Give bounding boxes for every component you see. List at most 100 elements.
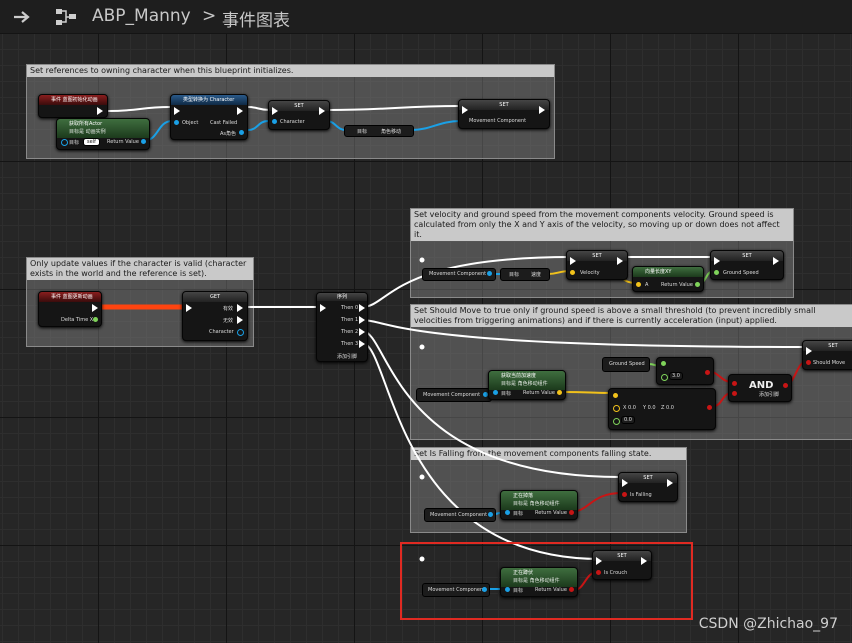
node-title: 正在掉落 目标是 角色移动组件	[501, 491, 577, 510]
add-pin-button[interactable]: 添加引脚	[759, 391, 779, 398]
set-movement-component-node[interactable]: SET Movement Component	[458, 99, 550, 129]
result-pin[interactable]	[783, 383, 788, 388]
set-character-node[interactable]: SET Character	[268, 100, 330, 130]
movement-component-label: Movement Component	[429, 271, 487, 277]
set-is-falling-node[interactable]: SET Is Falling	[618, 472, 678, 502]
delta-time-label: Delta Time X	[61, 317, 94, 323]
sequence-node[interactable]: 序列 Then 0 Then 1 Then 2 Then 3 添加引脚	[316, 292, 368, 362]
b-pin[interactable]	[661, 374, 668, 381]
valid-exec-pin[interactable]	[237, 304, 243, 312]
then-2-label: Then 2	[341, 329, 359, 335]
self-value[interactable]: self	[83, 138, 100, 146]
valid-label: 有效	[223, 306, 234, 312]
tolerance-value[interactable]: 0.0	[621, 416, 635, 424]
add-pin-button[interactable]: 添加引脚	[337, 353, 357, 360]
invalid-exec-pin[interactable]	[237, 316, 243, 324]
velocity-getter[interactable]: 目标 速度	[500, 268, 550, 281]
return-value-pin[interactable]	[557, 390, 562, 395]
is-falling-pin[interactable]	[622, 492, 627, 497]
result-pin[interactable]	[707, 405, 712, 410]
character-pin[interactable]	[272, 119, 277, 124]
get-character-validated-node[interactable]: GET 有效 无效 Character	[182, 291, 248, 341]
target-pin[interactable]	[505, 510, 510, 515]
watermark: CSDN @Zhichao_97	[698, 616, 838, 632]
then-3-pin[interactable]	[359, 340, 365, 348]
event-blueprint-initialize-node[interactable]: 事件 蓝图初始化动画	[38, 94, 108, 118]
is-falling-label: Is Falling	[630, 492, 652, 498]
node-title-text: 正在掉落	[513, 493, 534, 499]
and-boolean-node[interactable]: AND 添加引脚	[728, 374, 792, 402]
exec-out-pin[interactable]	[667, 479, 673, 487]
exec-out-pin[interactable]	[773, 257, 779, 265]
node-subtitle: 目标是 角色移动组件	[501, 381, 548, 387]
threshold-value[interactable]: 3.0	[669, 372, 683, 380]
exec-in-pin[interactable]	[570, 257, 576, 265]
delta-time-pin[interactable]	[93, 317, 98, 322]
movement-component-getter[interactable]: Movement Component	[416, 388, 492, 402]
target-pin[interactable]	[61, 139, 68, 146]
return-value-pin[interactable]	[569, 510, 574, 515]
set-ground-speed-node[interactable]: SET Ground Speed	[710, 250, 784, 280]
exec-in-pin[interactable]	[714, 257, 720, 265]
get-current-acceleration-node[interactable]: 获取当前加速度 目标是 角色移动组件 目标 Return Value	[488, 370, 566, 400]
then-1-label: Then 1	[341, 317, 359, 323]
target-label: 目标	[509, 272, 520, 278]
then-2-pin[interactable]	[359, 328, 365, 336]
result-pin[interactable]	[705, 370, 710, 375]
tolerance-pin[interactable]	[613, 418, 620, 425]
vector-y-value[interactable]: Y 0.0	[643, 405, 656, 411]
should-move-pin[interactable]	[806, 360, 811, 365]
set-velocity-node[interactable]: SET Velocity	[566, 250, 628, 280]
exec-out-pin[interactable]	[617, 257, 623, 265]
return-value-pin[interactable]	[695, 282, 700, 287]
movement-component-getter[interactable]: Movement Component	[424, 508, 496, 522]
movement-component-getter[interactable]: Movement Component	[422, 268, 496, 281]
as-character-pin[interactable]	[239, 130, 244, 135]
event-blueprint-update-node[interactable]: 事件 蓝图更新动画 Delta Time X	[38, 291, 102, 327]
return-value-label: Return Value	[523, 390, 555, 396]
vector-length-xy-node[interactable]: 向量长度XY A Return Value	[632, 266, 704, 292]
ground-speed-pin[interactable]	[714, 270, 719, 275]
ground-speed-getter[interactable]: Ground Speed	[602, 357, 650, 372]
target-pin[interactable]	[493, 390, 498, 395]
exec-in-pin[interactable]	[174, 107, 180, 115]
velocity-pin[interactable]	[570, 270, 575, 275]
output-pin[interactable]	[487, 271, 492, 276]
output-pin[interactable]	[488, 512, 493, 517]
exec-out-pin[interactable]	[92, 304, 98, 312]
get-owning-actor-node[interactable]: 获取所有Actor 目标是 动画实例 目标 self Return Value	[56, 118, 150, 150]
vector-z-value[interactable]: Z 0.0	[661, 405, 674, 411]
return-value-pin[interactable]	[141, 139, 146, 144]
object-pin[interactable]	[174, 120, 179, 125]
not-equal-vector-node[interactable]: X 0.0 Y 0.0 Z 0.0 0.0	[608, 388, 716, 430]
exec-out-pin[interactable]	[319, 107, 325, 115]
character-pin[interactable]	[237, 329, 244, 336]
exec-out-pin[interactable]	[97, 107, 103, 115]
exec-in-pin[interactable]	[806, 347, 812, 355]
exec-in-pin[interactable]	[320, 304, 326, 312]
a-pin[interactable]	[636, 282, 641, 287]
exec-in-pin[interactable]	[462, 106, 468, 114]
b-pin[interactable]	[613, 405, 620, 412]
exec-out-pin[interactable]	[539, 106, 545, 114]
should-move-label: Should Move	[813, 360, 846, 366]
a-pin[interactable]	[661, 361, 666, 366]
set-should-move-node[interactable]: SET Should Move	[802, 340, 852, 370]
exec-in-pin[interactable]	[186, 304, 192, 312]
target-label: 目标	[357, 129, 368, 135]
exec-in-pin[interactable]	[622, 479, 628, 487]
vector-x-value[interactable]: X 0.0	[623, 405, 636, 411]
is-falling-function-node[interactable]: 正在掉落 目标是 角色移动组件 目标 Return Value	[500, 490, 578, 520]
cast-to-character-node[interactable]: 类型转换为 Character Object Cast Failed As角色	[170, 94, 248, 140]
then-1-pin[interactable]	[359, 316, 365, 324]
then-3-label: Then 3	[341, 341, 359, 347]
greater-than-node[interactable]: 3.0	[656, 357, 714, 385]
exec-in-pin[interactable]	[272, 107, 278, 115]
node-title: 获取当前加速度 目标是 角色移动组件	[489, 371, 565, 390]
a-pin[interactable]	[613, 393, 618, 398]
exec-out-pin[interactable]	[237, 107, 243, 115]
a-pin[interactable]	[732, 381, 737, 386]
character-movement-getter[interactable]: 目标 角色移动	[344, 125, 414, 137]
b-pin[interactable]	[732, 391, 737, 396]
then-0-pin[interactable]	[359, 304, 365, 312]
